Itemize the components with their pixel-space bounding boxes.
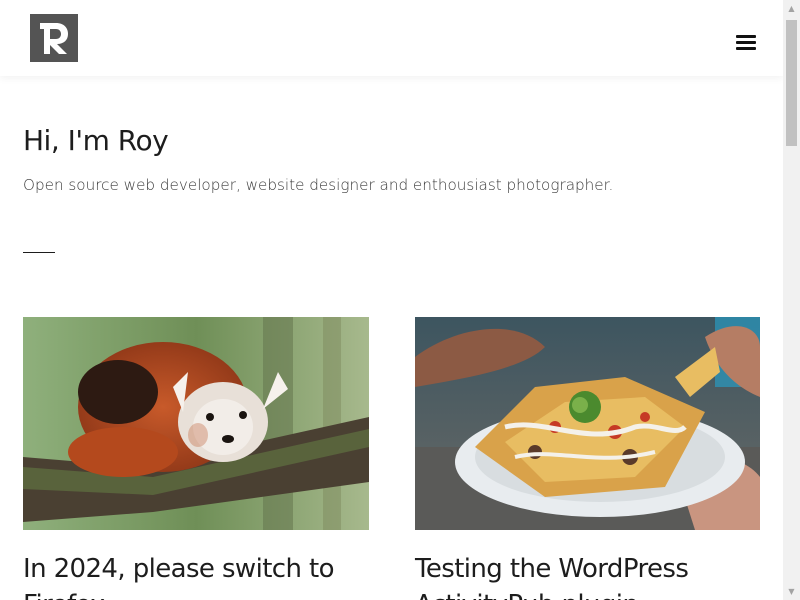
post-title[interactable]: Testing the WordPress ActivityPub plugin <box>415 551 760 600</box>
page-viewport: Hi, I'm Roy Open source web developer, w… <box>0 0 783 600</box>
r-monogram-logo-icon <box>30 14 78 62</box>
site-header <box>0 0 783 76</box>
scrollbar-thumb[interactable] <box>786 20 797 146</box>
page-subtitle: Open source web developer, website desig… <box>23 176 614 194</box>
menu-bar <box>736 35 756 38</box>
post-card-activitypub[interactable]: Testing the WordPress ActivityPub plugin <box>415 317 760 600</box>
site-logo[interactable] <box>30 14 78 62</box>
page-title: Hi, I'm Roy <box>23 124 169 157</box>
menu-bar <box>736 41 756 44</box>
separator-line <box>23 252 55 253</box>
red-panda-photo-icon[interactable] <box>23 317 369 530</box>
vertical-scrollbar[interactable]: ▲ ▼ <box>783 0 800 600</box>
post-title[interactable]: In 2024, please switch to Firefox <box>23 551 369 600</box>
menu-bar <box>736 47 756 50</box>
nachos-photo-icon[interactable] <box>415 317 760 530</box>
scroll-down-arrow-icon[interactable]: ▼ <box>783 583 800 600</box>
scroll-up-arrow-icon[interactable]: ▲ <box>783 0 800 17</box>
hamburger-menu-icon[interactable] <box>734 32 758 54</box>
post-card-firefox[interactable]: In 2024, please switch to Firefox <box>23 317 369 600</box>
